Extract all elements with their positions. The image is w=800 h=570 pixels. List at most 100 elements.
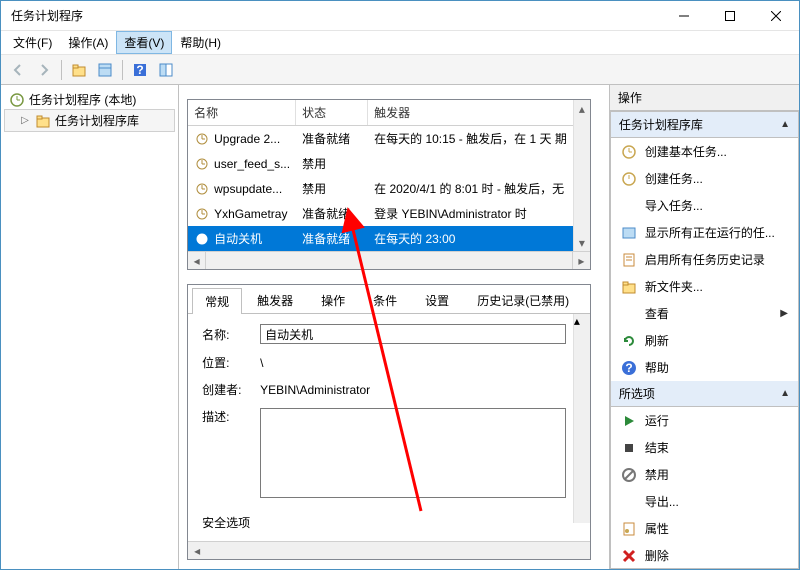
- action-properties[interactable]: 属性: [611, 515, 798, 542]
- folder-icon: [35, 113, 51, 129]
- task-row[interactable]: wpsupdate... 禁用 在 2020/4/1 的 8:01 时 - 触发…: [188, 176, 573, 201]
- tab-history[interactable]: 历史记录(已禁用): [464, 287, 582, 313]
- help-button[interactable]: ?: [129, 59, 151, 81]
- actions-header: 操作: [610, 85, 799, 111]
- value-author: YEBIN\Administrator: [260, 383, 566, 397]
- menu-help[interactable]: 帮助(H): [172, 31, 229, 54]
- action-new-folder[interactable]: 新文件夹...: [611, 273, 798, 300]
- up-button[interactable]: [68, 59, 90, 81]
- tree-library[interactable]: ▷ 任务计划程序库: [5, 110, 174, 131]
- properties-button[interactable]: [94, 59, 116, 81]
- scroll-up-arrow[interactable]: ▴: [574, 100, 590, 117]
- action-refresh[interactable]: 刷新: [611, 327, 798, 354]
- action-show-running[interactable]: 显示所有正在运行的任...: [611, 219, 798, 246]
- export-icon: [621, 494, 637, 510]
- minimize-button[interactable]: [661, 1, 707, 31]
- delete-icon: [621, 548, 637, 564]
- collapse-icon[interactable]: ▲: [780, 119, 790, 130]
- action-disable[interactable]: 禁用: [611, 461, 798, 488]
- horizontal-scrollbar[interactable]: ◂ ▸: [188, 251, 590, 269]
- stop-icon: [621, 440, 637, 456]
- action-export[interactable]: 导出...: [611, 488, 798, 515]
- close-button[interactable]: [753, 1, 799, 31]
- svg-text:?: ?: [136, 63, 143, 77]
- task-row[interactable]: user_feed_s... 禁用: [188, 151, 573, 176]
- import-icon: [621, 198, 637, 214]
- toolbar: ?: [1, 55, 799, 85]
- task-icon: [621, 171, 637, 187]
- detail-tabs: 常规 触发器 操作 条件 设置 历史记录(已禁用): [188, 285, 590, 314]
- panel-button[interactable]: [155, 59, 177, 81]
- action-run[interactable]: 运行: [611, 407, 798, 434]
- maximize-button[interactable]: [707, 1, 753, 31]
- separator: [122, 60, 123, 80]
- section-selected[interactable]: 所选项 ▲: [611, 381, 798, 407]
- collapse-icon[interactable]: ▲: [780, 388, 790, 399]
- tab-general[interactable]: 常规: [192, 288, 242, 314]
- scroll-right-arrow[interactable]: ▸: [572, 252, 590, 269]
- tab-settings[interactable]: 设置: [412, 287, 462, 313]
- field-name: 名称:: [202, 324, 566, 344]
- forward-button[interactable]: [33, 59, 55, 81]
- action-delete[interactable]: 删除: [611, 542, 798, 569]
- action-end[interactable]: 结束: [611, 434, 798, 461]
- detail-horizontal-scrollbar[interactable]: ◂: [188, 541, 590, 559]
- navigation-tree: 任务计划程序 (本地) ▷ 任务计划程序库: [1, 85, 179, 569]
- input-name[interactable]: [260, 324, 566, 344]
- value-location: \: [260, 356, 566, 370]
- detail-vertical-scrollbar[interactable]: ▴: [573, 314, 590, 523]
- tab-conditions[interactable]: 条件: [360, 287, 410, 313]
- history-icon: [621, 252, 637, 268]
- label-name: 名称:: [202, 326, 252, 343]
- task-row[interactable]: 自动关机 准备就绪 在每天的 23:00: [188, 226, 573, 251]
- menu-action[interactable]: 操作(A): [60, 31, 116, 54]
- tab-actions[interactable]: 操作: [308, 287, 358, 313]
- field-location: 位置: \: [202, 354, 566, 371]
- security-options-label: 安全选项: [202, 508, 566, 531]
- clock-icon: [194, 131, 210, 147]
- tree-root[interactable]: 任务计划程序 (本地): [5, 89, 174, 110]
- task-list: 名称 状态 触发器 Upgrade 2... 准备就绪 在每天的 10:15 -…: [187, 99, 591, 270]
- label-author: 创建者:: [202, 381, 252, 398]
- menu-file[interactable]: 文件(F): [5, 31, 60, 54]
- submenu-arrow-icon: ▶: [780, 308, 788, 319]
- clock-icon: [194, 206, 210, 222]
- field-desc: 描述:: [202, 408, 566, 498]
- label-desc: 描述:: [202, 408, 252, 425]
- input-desc[interactable]: [260, 408, 566, 498]
- folder-icon: [621, 279, 637, 295]
- center-pane: 名称 状态 触发器 Upgrade 2... 准备就绪 在每天的 10:15 -…: [179, 85, 610, 569]
- action-create-basic-task[interactable]: 创建基本任务...: [611, 138, 798, 165]
- help-icon: ?: [621, 360, 637, 376]
- menu-view[interactable]: 查看(V): [116, 31, 172, 54]
- scroll-up-arrow[interactable]: ▴: [574, 314, 590, 328]
- label-location: 位置:: [202, 354, 252, 371]
- main-area: 任务计划程序 (本地) ▷ 任务计划程序库 名称 状态 触发器 Upgrade …: [1, 85, 799, 569]
- action-import-task[interactable]: 导入任务...: [611, 192, 798, 219]
- detail-panel: 常规 触发器 操作 条件 设置 历史记录(已禁用) 名称: 位置: \: [187, 284, 591, 560]
- task-row[interactable]: YxhGametray 准备就绪 登录 YEBIN\Administrator …: [188, 201, 573, 226]
- section-library[interactable]: 任务计划程序库 ▲: [611, 112, 798, 138]
- action-help[interactable]: ? 帮助: [611, 354, 798, 381]
- tab-triggers[interactable]: 触发器: [244, 287, 306, 313]
- action-create-task[interactable]: 创建任务...: [611, 165, 798, 192]
- tree-root-label: 任务计划程序 (本地): [29, 91, 136, 108]
- refresh-icon: [621, 333, 637, 349]
- clock-icon: [9, 92, 25, 108]
- running-icon: [621, 225, 637, 241]
- separator: [61, 60, 62, 80]
- actions-pane: 操作 任务计划程序库 ▲ 创建基本任务... 创建任务... 导入任务... 显…: [610, 85, 799, 569]
- blank-icon: [621, 306, 637, 322]
- column-trigger[interactable]: 触发器: [368, 100, 590, 125]
- scroll-down-arrow[interactable]: ▾: [574, 234, 590, 251]
- scroll-left-arrow[interactable]: ◂: [188, 252, 206, 269]
- column-status[interactable]: 状态: [296, 100, 368, 125]
- back-button[interactable]: [7, 59, 29, 81]
- vertical-scrollbar[interactable]: ▴ ▾: [573, 100, 590, 251]
- clock-icon: [194, 181, 210, 197]
- expand-icon[interactable]: ▷: [19, 115, 31, 126]
- action-view[interactable]: 查看 ▶: [611, 300, 798, 327]
- task-row[interactable]: Upgrade 2... 准备就绪 在每天的 10:15 - 触发后，在 1 天…: [188, 126, 573, 151]
- column-name[interactable]: 名称: [188, 100, 296, 125]
- action-enable-history[interactable]: 启用所有任务历史记录: [611, 246, 798, 273]
